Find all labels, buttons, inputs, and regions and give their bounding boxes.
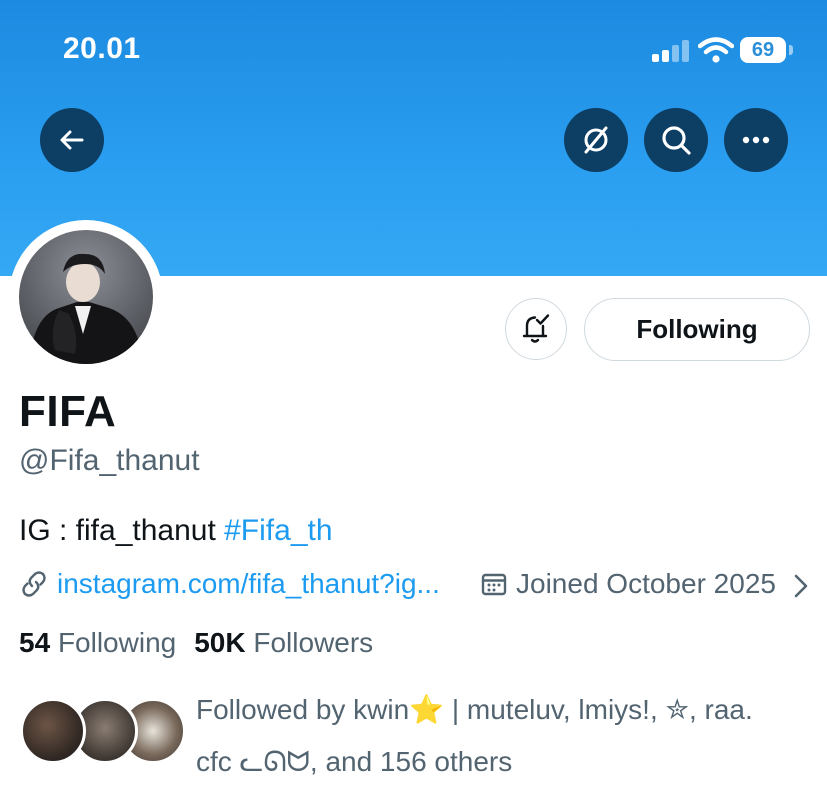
avatar-photo: [29, 253, 143, 364]
more-horizontal-icon: [742, 136, 770, 144]
following-label: Following: [57, 627, 177, 658]
bell-check-icon: [522, 314, 550, 343]
profile-avatar[interactable]: [19, 230, 153, 364]
search-icon: [662, 126, 691, 155]
arrow-left-icon: [60, 130, 84, 150]
followers-label: Followers: [253, 627, 374, 658]
calendar-icon: [481, 573, 507, 596]
followed-by-avatars[interactable]: [20, 698, 186, 768]
notifications-button[interactable]: [505, 298, 567, 360]
followed-by-text[interactable]: Followed by kwin⭐️ | muteluv, lmiys!, ✮,…: [196, 684, 796, 788]
profile-handle: @Fifa_thanut: [19, 444, 200, 477]
joined-text: Joined October 2025: [516, 568, 776, 599]
website-text[interactable]: instagram.com/fifa_thanut?ig...: [57, 568, 440, 600]
search-button[interactable]: [644, 108, 708, 172]
wifi-icon: [697, 36, 735, 64]
chevron-right-icon[interactable]: [793, 572, 809, 605]
grok-button[interactable]: [564, 108, 628, 172]
following-count: 54: [19, 627, 51, 658]
following-stat[interactable]: 54 Following: [19, 627, 176, 658]
avatar: [20, 698, 86, 764]
follow-stats: 54 Following 50K Followers: [19, 627, 373, 659]
display-name: FIFA: [19, 387, 117, 436]
back-button[interactable]: [40, 108, 104, 172]
bio-text: IG : fifa_thanut: [19, 514, 225, 547]
followers-stat[interactable]: 50K Followers: [194, 627, 373, 658]
following-button[interactable]: Following: [584, 298, 810, 361]
followers-count: 50K: [194, 627, 246, 658]
website-link[interactable]: instagram.com/fifa_thanut?ig...: [19, 568, 440, 600]
status-time: 20.01: [63, 32, 141, 65]
more-button[interactable]: [724, 108, 788, 172]
link-icon: [22, 571, 46, 597]
battery-nub: [789, 45, 793, 55]
bio-hashtag[interactable]: #Fifa_th: [224, 514, 332, 547]
battery-indicator: 69: [740, 37, 786, 63]
joined-date: Joined October 2025: [480, 568, 776, 600]
slash-circle-icon: [584, 126, 608, 154]
profile-bio: IG : fifa_thanut #Fifa_th: [19, 514, 333, 548]
cellular-signal-icon: [652, 40, 692, 62]
